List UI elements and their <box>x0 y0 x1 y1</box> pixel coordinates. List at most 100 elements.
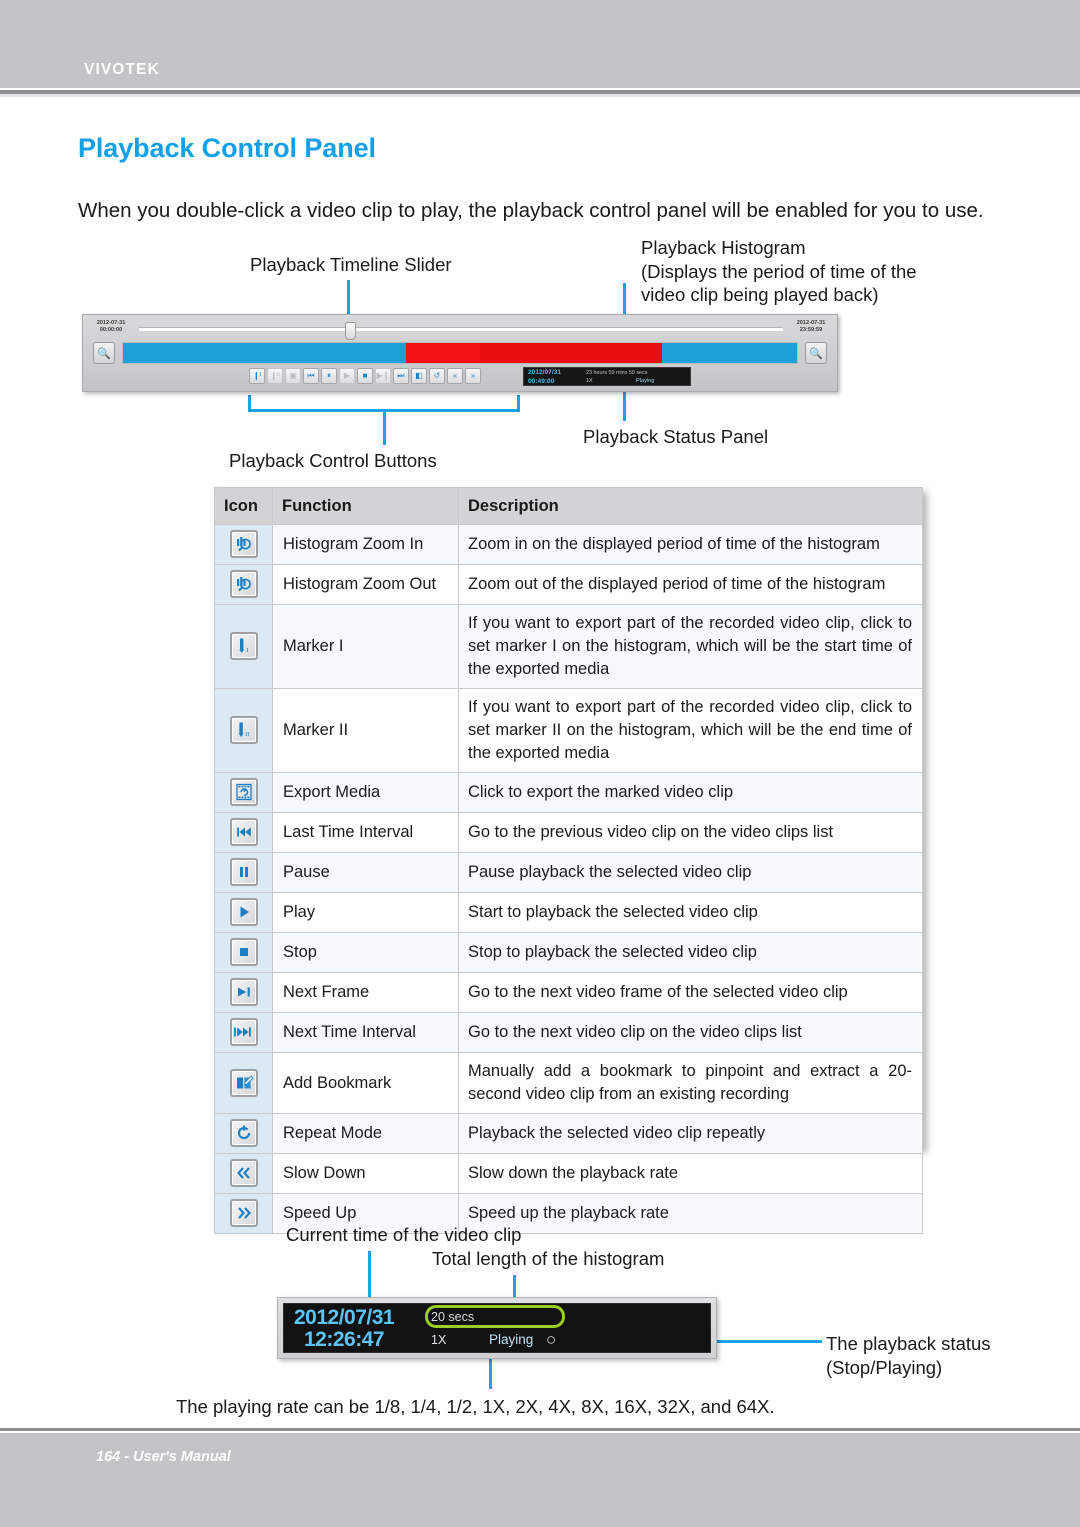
table-cell-description: Zoom in on the displayed period of time … <box>458 524 923 565</box>
table-cell-icon <box>214 932 273 973</box>
page-title: Playback Control Panel <box>78 133 376 163</box>
pause-button[interactable]: ⏸ <box>321 368 337 384</box>
callout-total-length: Total length of the histogram <box>432 1248 665 1269</box>
table-cell-icon <box>214 1113 273 1154</box>
table-row: Next Time Interval Go to the next video c… <box>214 1012 923 1053</box>
pause-icon <box>229 858 258 886</box>
table-cell-icon <box>214 1012 273 1053</box>
table-cell-icon <box>214 1193 273 1234</box>
marker-1-button[interactable]: ❙ᴵ <box>249 368 265 384</box>
add-bookmark-button[interactable]: ◧ <box>411 368 427 384</box>
table-header-icon: Icon <box>214 487 273 525</box>
table-cell-icon <box>214 812 273 853</box>
repeat-mode-icon <box>229 1119 258 1147</box>
add-bookmark-icon <box>229 1068 258 1097</box>
slow-down-icon <box>229 1159 258 1187</box>
next-time-interval-button[interactable]: ⏭ <box>393 368 409 384</box>
table-cell-function: Next Time Interval <box>272 1012 459 1053</box>
table-row: Export Media Click to export the marked v… <box>214 772 923 813</box>
header-band <box>0 0 1080 88</box>
status-mini-state: Playing <box>636 378 655 384</box>
table-header-description: Description <box>458 487 923 525</box>
callout-timeline-slider: Playback Timeline Slider <box>250 254 452 275</box>
table-cell-description: Zoom out of the displayed period of time… <box>458 564 923 605</box>
export-media-button[interactable]: ▣ <box>285 368 301 384</box>
table-cell-description: Go to the previous video clip on the vid… <box>458 812 923 853</box>
histogram-zoom-out-button[interactable]: 🔍 <box>805 342 827 364</box>
table-cell-icon <box>214 972 273 1013</box>
table-cell-description: Click to export the marked video clip <box>458 772 923 813</box>
footer-rule <box>0 1428 1080 1431</box>
callout-playback-status-panel: Playback Status Panel <box>583 426 769 447</box>
histogram-segment <box>406 343 481 363</box>
table-cell-icon <box>214 564 273 605</box>
playback-timeline-slider-knob[interactable] <box>345 322 356 340</box>
table-cell-description: Manually add a bookmark to pinpoint and … <box>458 1052 923 1114</box>
table-cell-icon <box>214 524 273 565</box>
table-cell-description: Start to playback the selected video cli… <box>458 892 923 933</box>
marker-2-button[interactable]: ❙ᴵᴵ <box>267 368 283 384</box>
playback-control-buttons-row: ❙ᴵ ❙ᴵᴵ ▣ ⏮ ⏸ ▶ ■ ▶❙ ⏭ ◧ ↺ «» <box>249 368 481 384</box>
header-rule-light <box>0 94 1080 97</box>
table-cell-icon <box>214 772 273 813</box>
status-time: 12:26:47 <box>304 1328 385 1351</box>
table-cell-function: Marker I <box>272 604 459 689</box>
table-header-function: Function <box>272 487 459 525</box>
stop-icon <box>229 938 258 966</box>
export-media-icon <box>229 778 258 806</box>
status-playing-rate: 1X <box>431 1333 447 1347</box>
table-row: Slow Down Slow down the playback rate <box>214 1153 923 1194</box>
table-cell-function: Marker II <box>272 688 459 773</box>
table-cell-icon <box>214 1052 273 1114</box>
stop-button[interactable]: ■ <box>357 368 373 384</box>
status-state: Playing <box>489 1332 534 1347</box>
status-date: 2012/07/31 <box>294 1306 395 1329</box>
histogram-end-time-label: 2012-07-31 23:59:59 <box>796 320 826 333</box>
histogram-zoom-out-icon: 🔍 <box>809 347 823 360</box>
total-length-highlight <box>425 1305 565 1328</box>
callout-playback-histogram: Playback Histogram (Displays the period … <box>641 237 917 305</box>
status-mini-date: 2012/07/31 <box>528 369 562 376</box>
callout-playback-status: The playback status (Stop/Playing) <box>826 1333 991 1378</box>
table-cell-function: Export Media <box>272 772 459 813</box>
table-row: Histogram Zoom Out Zoom out of the displa… <box>214 564 923 605</box>
playing-rate-note: The playing rate can be 1/8, 1/4, 1/2, 1… <box>176 1396 775 1417</box>
table-cell-description: Stop to playback the selected video clip <box>458 932 923 973</box>
table-row: II Marker II If you want to export part of… <box>214 688 923 773</box>
playback-histogram[interactable] <box>122 342 798 364</box>
table-row: Stop Stop to playback the selected video … <box>214 932 923 973</box>
repeat-mode-button[interactable]: ↺ <box>429 368 445 384</box>
svg-text:II: II <box>245 731 249 738</box>
speed-up-button[interactable]: » <box>465 368 481 384</box>
table-cell-function: Histogram Zoom Out <box>272 564 459 605</box>
table-row: Histogram Zoom In Zoom in on the displaye… <box>214 524 923 565</box>
histogram-zoom-out-icon <box>229 570 258 598</box>
table-cell-description: If you want to export part of the record… <box>458 688 923 773</box>
table-cell-function: Next Frame <box>272 972 459 1013</box>
leader-line-current-time <box>368 1251 371 1301</box>
histogram-zoom-in-button[interactable]: 🔍 <box>93 342 115 364</box>
next-frame-button[interactable]: ▶❙ <box>375 368 391 384</box>
playback-status-panel-mini: 2012/07/31 00:49:00 23 hours 59 mins 59 … <box>523 367 691 386</box>
table-row: Next Frame Go to the next video frame of … <box>214 972 923 1013</box>
callout-playback-control-buttons: Playback Control Buttons <box>229 450 437 471</box>
last-time-interval-icon <box>229 818 258 846</box>
playback-timeline-slider-track[interactable] <box>139 327 783 331</box>
status-panel-screen: 2012/07/31 12:26:47 20 secs 1X Playing ○ <box>283 1303 711 1353</box>
table-row: Last Time Interval Go to the previous vid… <box>214 812 923 853</box>
table-cell-description: Slow down the playback rate <box>458 1153 923 1194</box>
table-cell-icon <box>214 852 273 893</box>
table-cell-function: Histogram Zoom In <box>272 524 459 565</box>
svg-text:I: I <box>246 647 248 654</box>
table-cell-description: If you want to export part of the record… <box>458 604 923 689</box>
slow-down-button[interactable]: « <box>447 368 463 384</box>
table-cell-icon <box>214 1153 273 1194</box>
footer-band <box>0 1433 1080 1527</box>
last-time-interval-button[interactable]: ⏮ <box>303 368 319 384</box>
playback-status-panel-detail: 2012/07/31 12:26:47 20 secs 1X Playing ○ <box>277 1297 717 1359</box>
table-cell-description: Go to the next video clip on the video c… <box>458 1012 923 1053</box>
play-button[interactable]: ▶ <box>339 368 355 384</box>
status-mini-rate: 1X <box>586 378 593 384</box>
marker-1-icon: I <box>229 632 258 660</box>
table-row: I Marker I If you want to export part of t… <box>214 604 923 689</box>
